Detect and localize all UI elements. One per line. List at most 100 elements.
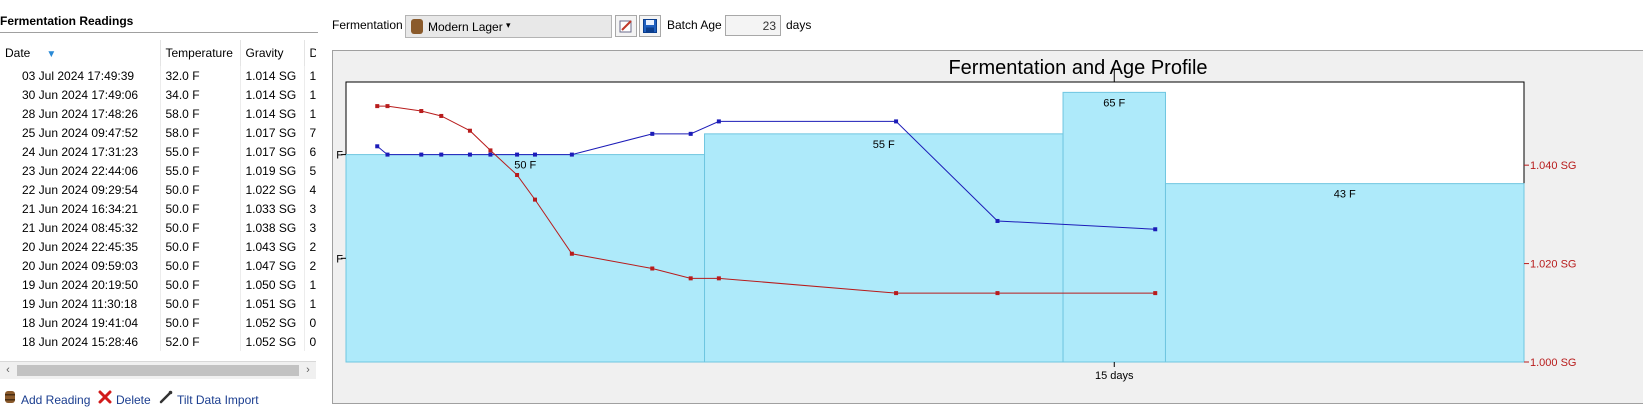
cell-gravity: 1.019 SG [240, 161, 305, 180]
profile-step-bar[interactable] [704, 133, 1064, 363]
y-right-tick-label: 1.020 SG [1530, 259, 1576, 271]
table-row[interactable]: 19 Jun 2024 11:30:18 50.0 F 1.051 SG 1 [0, 294, 316, 313]
fermentation-toolbar: Fermentation Modern Lager ▾ Batch Age 23… [330, 12, 830, 38]
table-row[interactable]: 20 Jun 2024 22:45:35 50.0 F 1.043 SG 2 [0, 237, 316, 256]
series-point-temperature[interactable] [515, 152, 520, 157]
table-row[interactable]: 18 Jun 2024 19:41:04 50.0 F 1.052 SG 0 [0, 313, 316, 332]
save-icon [643, 19, 657, 33]
table-row[interactable]: 19 Jun 2024 20:19:50 50.0 F 1.050 SG 1 [0, 275, 316, 294]
cell-date: 25 Jun 2024 09:47:52 [0, 123, 161, 142]
cell-temperature: 50.0 F [160, 218, 241, 237]
profile-step-bar[interactable] [1164, 183, 1525, 363]
cell-gravity: 1.047 SG [240, 256, 305, 275]
column-header-temperature[interactable]: Temperature [160, 40, 241, 66]
series-point-temperature[interactable] [1153, 227, 1158, 232]
series-point-temperature[interactable] [439, 152, 444, 157]
column-header-label: Date [5, 46, 31, 60]
series-point-gravity[interactable] [467, 128, 472, 133]
series-point-temperature[interactable] [569, 152, 574, 157]
series-point-gravity[interactable] [419, 109, 424, 114]
cell-date: 20 Jun 2024 09:59:03 [0, 256, 161, 275]
scroll-right-arrow-icon[interactable]: › [300, 362, 316, 379]
cell-temperature: 52.0 F [160, 332, 241, 351]
series-point-gravity[interactable] [995, 291, 1000, 296]
cell-days: 1 [304, 275, 316, 294]
series-point-gravity[interactable] [688, 276, 693, 281]
cell-temperature: 50.0 F [160, 313, 241, 332]
series-point-temperature[interactable] [375, 144, 380, 149]
series-point-gravity[interactable] [488, 148, 493, 153]
table-row[interactable]: 21 Jun 2024 16:34:21 50.0 F 1.033 SG 3 [0, 199, 316, 218]
series-point-gravity[interactable] [716, 276, 721, 281]
series-point-gravity[interactable] [385, 104, 390, 109]
series-point-gravity[interactable] [894, 291, 899, 296]
sort-descending-icon[interactable]: ▼ [46, 49, 56, 60]
cell-temperature: 50.0 F [160, 294, 241, 313]
series-point-gravity[interactable] [439, 113, 444, 118]
series-point-temperature[interactable] [419, 152, 424, 157]
add-reading-button[interactable]: Add Reading [2, 390, 90, 408]
cell-gravity: 1.014 SG [240, 104, 305, 123]
series-point-gravity[interactable] [569, 251, 574, 256]
profile-step-label: 55 F [873, 139, 895, 151]
tilt-data-import-label: Tilt Data Import [177, 393, 259, 407]
table-row[interactable]: 25 Jun 2024 09:47:52 58.0 F 1.017 SG 7 [0, 123, 316, 142]
series-point-temperature[interactable] [385, 152, 390, 157]
column-header-date[interactable]: Date ▼ [0, 40, 161, 66]
cell-date: 23 Jun 2024 22:44:06 [0, 161, 161, 180]
cell-gravity: 1.017 SG [240, 142, 305, 161]
cell-temperature: 50.0 F [160, 199, 241, 218]
series-point-gravity[interactable] [375, 104, 380, 109]
series-point-temperature[interactable] [488, 152, 493, 157]
series-point-gravity[interactable] [515, 173, 520, 178]
scroll-left-arrow-icon[interactable]: ‹ [0, 362, 16, 379]
series-point-temperature[interactable] [716, 119, 721, 124]
fermentation-readings-panel: Fermentation Readings Date ▼ Temperature … [0, 0, 318, 408]
table-row[interactable]: 28 Jun 2024 17:48:26 58.0 F 1.014 SG 1 [0, 104, 316, 123]
series-point-temperature[interactable] [650, 131, 655, 136]
edit-profile-icon [619, 20, 632, 33]
series-point-temperature[interactable] [894, 119, 899, 124]
table-row[interactable]: 18 Jun 2024 15:28:46 52.0 F 1.052 SG 0 [0, 332, 316, 351]
table-row[interactable]: 24 Jun 2024 17:31:23 55.0 F 1.017 SG 6 [0, 142, 316, 161]
column-header-d[interactable]: D [304, 40, 316, 66]
table-row[interactable]: 22 Jun 2024 09:29:54 50.0 F 1.022 SG 4 [0, 180, 316, 199]
cell-days: 1 [304, 66, 316, 85]
cell-temperature: 34.0 F [160, 85, 241, 104]
table-row[interactable]: 30 Jun 2024 17:49:06 34.0 F 1.014 SG 1 [0, 85, 316, 104]
horizontal-scrollbar[interactable]: ‹ › [0, 362, 316, 379]
cell-gravity: 1.038 SG [240, 218, 305, 237]
series-point-temperature[interactable] [532, 152, 537, 157]
table-row[interactable]: 20 Jun 2024 09:59:03 50.0 F 1.047 SG 2 [0, 256, 316, 275]
delete-button[interactable]: Delete [97, 390, 151, 408]
batch-age-input[interactable]: 23 [725, 15, 781, 36]
series-point-temperature[interactable] [995, 218, 1000, 223]
fermentation-profile-select[interactable]: Modern Lager ▾ [405, 15, 612, 38]
table-row[interactable]: 23 Jun 2024 22:44:06 55.0 F 1.019 SG 5 [0, 161, 316, 180]
series-point-temperature[interactable] [467, 152, 472, 157]
cell-gravity: 1.033 SG [240, 199, 305, 218]
chevron-down-icon: ▾ [506, 20, 511, 30]
series-point-gravity[interactable] [650, 266, 655, 271]
selected-profile-value: Modern Lager [428, 20, 503, 34]
cell-days: 3 [304, 199, 316, 218]
save-profile-button[interactable] [639, 15, 661, 37]
fermentation-label: Fermentation [332, 18, 403, 32]
table-row[interactable]: 21 Jun 2024 08:45:32 50.0 F 1.038 SG 3 [0, 218, 316, 237]
cell-date: 03 Jul 2024 17:49:39 [0, 66, 161, 85]
column-header-gravity[interactable]: Gravity [240, 40, 305, 66]
scrollbar-thumb[interactable] [17, 365, 299, 376]
table-row[interactable]: 03 Jul 2024 17:49:39 32.0 F 1.014 SG 1 [0, 66, 316, 85]
edit-profile-button[interactable] [615, 15, 637, 37]
tilt-data-import-button[interactable]: Tilt Data Import [158, 390, 259, 408]
series-point-gravity[interactable] [532, 197, 537, 202]
red-x-icon [97, 390, 113, 409]
keg-icon [411, 19, 423, 34]
cell-date: 19 Jun 2024 11:30:18 [0, 294, 161, 313]
cell-days: 6 [304, 142, 316, 161]
cell-days: 2 [304, 256, 316, 275]
cell-date: 18 Jun 2024 15:28:46 [0, 332, 161, 351]
y-left-tick-label: 25 F [333, 253, 343, 265]
series-point-gravity[interactable] [1153, 291, 1158, 296]
series-point-temperature[interactable] [688, 131, 693, 136]
